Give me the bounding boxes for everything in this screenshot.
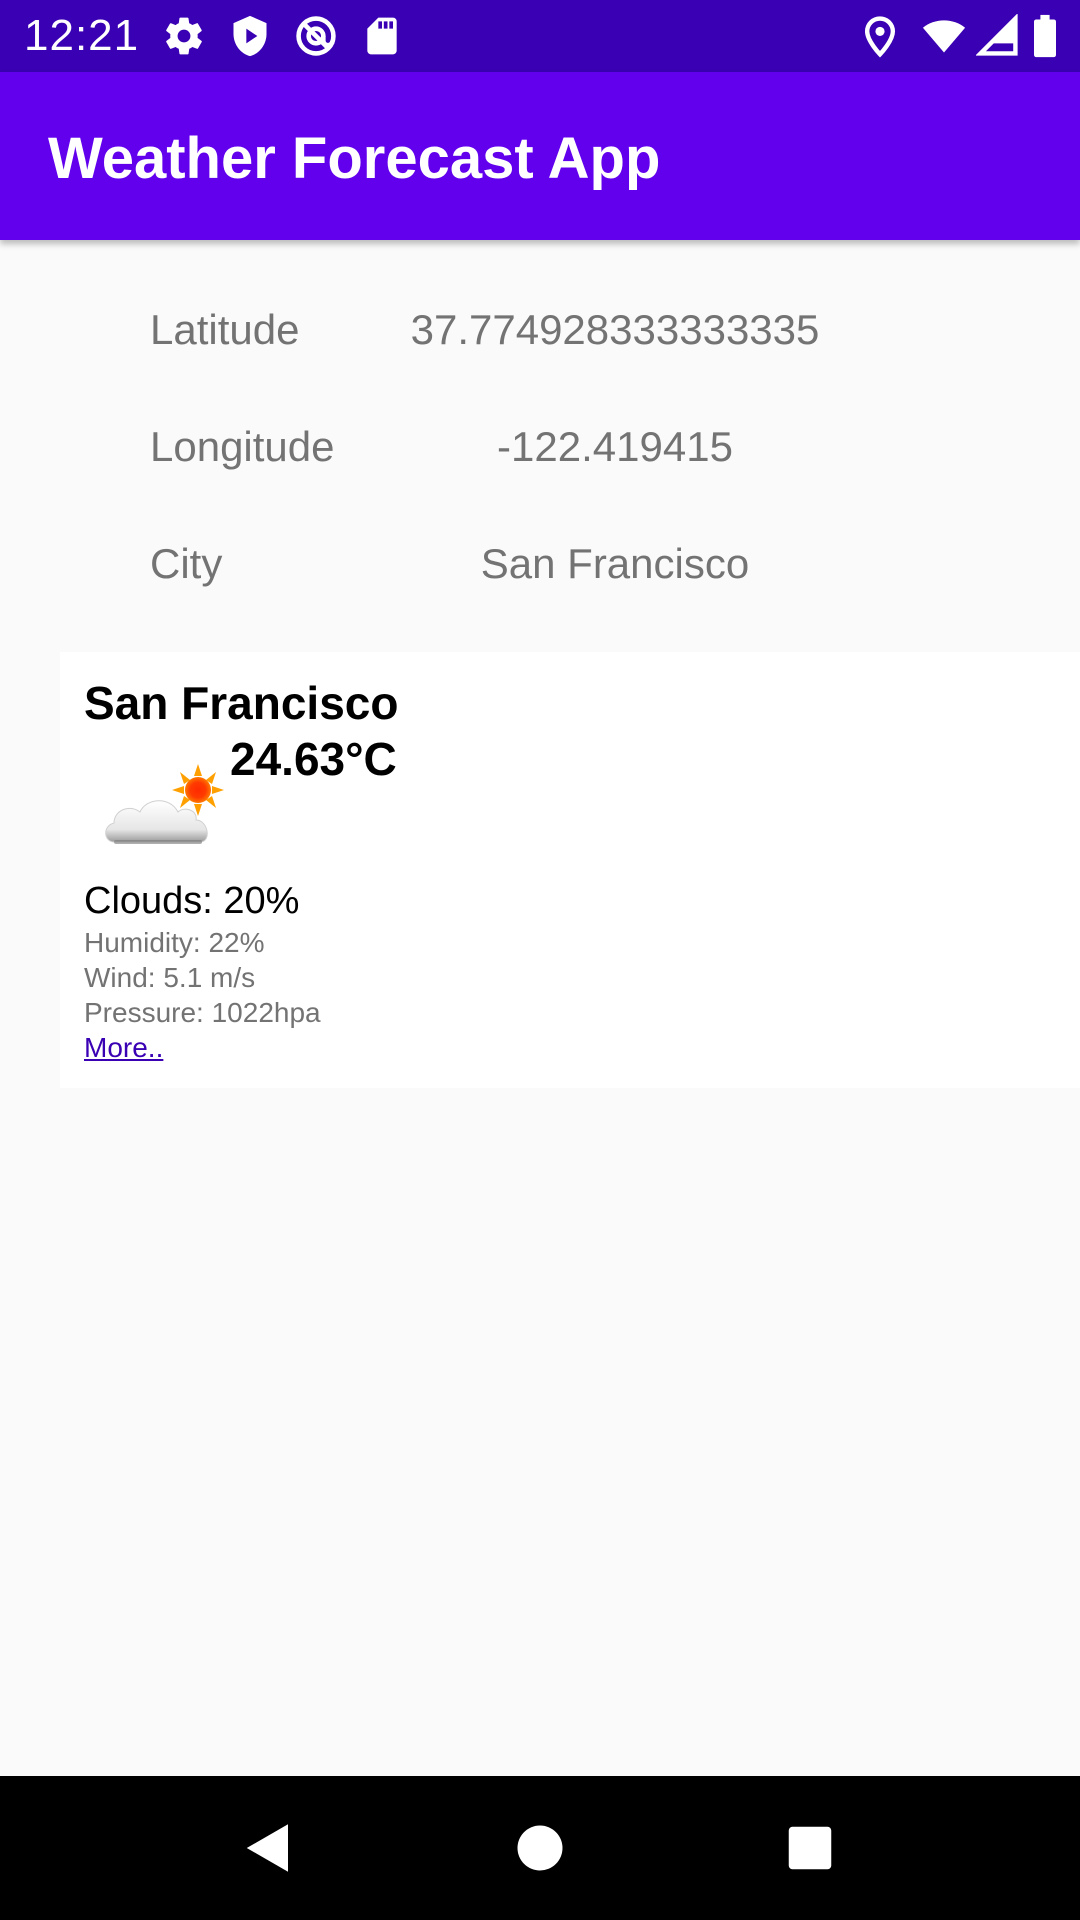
- latitude-value: 37.774928333333335: [410, 306, 820, 353]
- card-city-name: San Francisco: [84, 677, 399, 729]
- app-bar: Weather Forecast App: [0, 72, 1080, 240]
- shield-icon: [228, 14, 272, 58]
- partly-cloudy-icon: [100, 760, 230, 860]
- weather-card[interactable]: San Francisco 24.63°C Clouds: 20% Humidi…: [60, 652, 1080, 1088]
- sd-card-icon: [360, 14, 404, 58]
- wifi-icon: [922, 14, 966, 58]
- city-label: City: [150, 540, 223, 587]
- status-bar: 12:21: [0, 0, 1080, 72]
- longitude-label: Longitude: [150, 423, 335, 470]
- status-time: 12:21: [24, 11, 140, 60]
- signal-icon: [976, 14, 1020, 58]
- wind-text: Wind: 5.1 m/s: [84, 962, 256, 993]
- clouds-text: Clouds: 20%: [84, 880, 300, 922]
- at-sign-icon: [294, 14, 338, 58]
- battery-icon: [1028, 14, 1062, 58]
- location-icon: [858, 14, 902, 58]
- app-title: Weather Forecast App: [48, 126, 661, 191]
- gear-icon: [162, 14, 206, 58]
- city-value: San Francisco: [480, 540, 750, 587]
- navigation-bar: [0, 1776, 1080, 1920]
- temperature: 24.63°C: [230, 733, 397, 785]
- home-icon[interactable]: [510, 1818, 570, 1878]
- recents-icon[interactable]: [780, 1818, 840, 1878]
- back-icon[interactable]: [238, 1818, 298, 1878]
- more-link[interactable]: More..: [84, 1031, 163, 1065]
- humidity-text: Humidity: 22%: [84, 927, 265, 958]
- pressure-text: Pressure: 1022hpa: [84, 997, 321, 1028]
- latitude-label: Latitude: [150, 306, 300, 353]
- longitude-value: -122.419415: [497, 423, 733, 470]
